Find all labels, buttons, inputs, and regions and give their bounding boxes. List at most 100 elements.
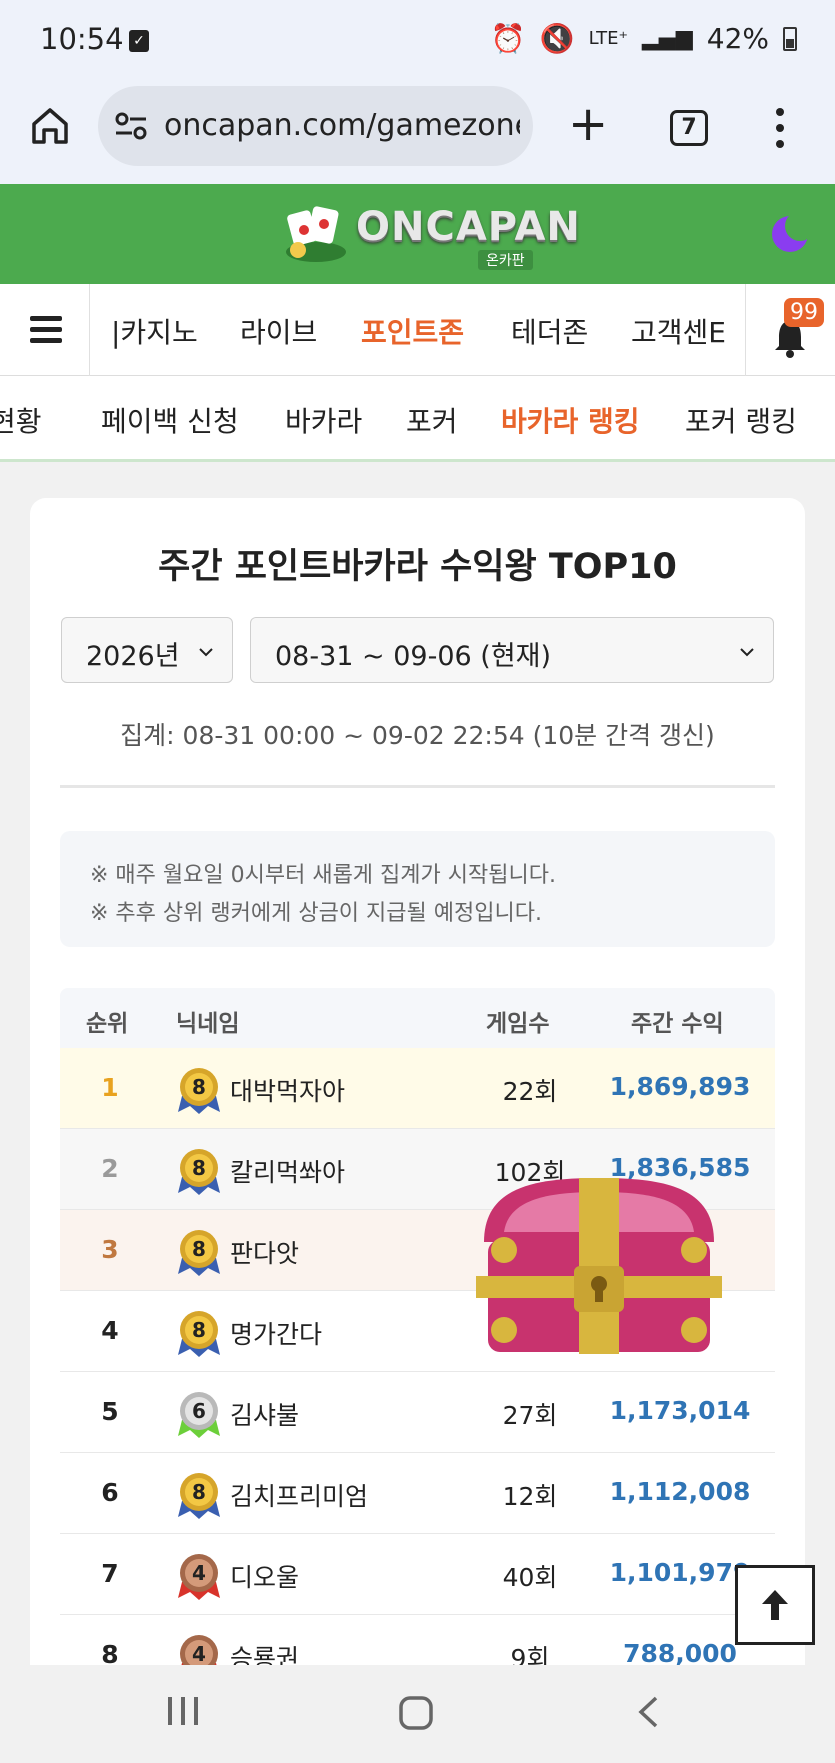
- subnav-item-status[interactable]: 현황: [0, 400, 42, 440]
- mute-icon: 🔇: [539, 22, 575, 55]
- notice-line: ※ 추후 상위 랭커에게 상금이 지급될 예정입니다.: [90, 901, 542, 926]
- check-notification-icon: ✓: [129, 30, 149, 52]
- divider: [60, 785, 775, 788]
- week-select[interactable]: 08-31 ~ 09-06 (현재): [250, 617, 774, 683]
- subnav-item-poker-ranking[interactable]: 포커 랭킹: [685, 400, 797, 440]
- rank-value: 5: [101, 1397, 119, 1426]
- signal-icon: ▂▄▆: [642, 26, 693, 51]
- level-badge-icon: 8: [178, 1230, 220, 1276]
- games-value: 22회: [502, 1077, 558, 1106]
- tab-count-button[interactable]: 7: [670, 110, 708, 146]
- games-value: 12회: [502, 1482, 558, 1511]
- back-icon[interactable]: [636, 1695, 660, 1729]
- games-value: 40회: [502, 1563, 558, 1592]
- site-logo[interactable]: ONCAPAN 온카판: [284, 200, 580, 270]
- profit-value: 1,869,893: [609, 1072, 751, 1101]
- logo-chips-icon: [286, 206, 346, 262]
- address-bar[interactable]: oncapan.com/gamezone: [98, 86, 533, 166]
- network-label: LTE⁺: [588, 28, 628, 49]
- nav-item-live[interactable]: 라이브: [240, 311, 317, 351]
- nickname-value[interactable]: 김샤불: [230, 1396, 299, 1432]
- table-row: 5 6 김샤불 27회 1,173,014: [60, 1372, 775, 1453]
- status-bar: 10:54 ✓ ⏰ 🔇 LTE⁺ ▂▄▆ 42%: [0, 0, 835, 84]
- level-number: 8: [192, 1237, 206, 1261]
- dark-mode-moon-icon[interactable]: [770, 214, 810, 254]
- rank-value: 4: [101, 1316, 119, 1345]
- year-select[interactable]: 2026년: [61, 617, 233, 683]
- more-menu-icon[interactable]: [776, 108, 786, 156]
- level-badge-icon: 6: [178, 1392, 220, 1438]
- hamburger-menu-icon[interactable]: [0, 284, 90, 376]
- level-badge-icon: 8: [178, 1149, 220, 1195]
- rank-value: 3: [101, 1235, 119, 1264]
- status-indicators: ⏰ 🔇 LTE⁺ ▂▄▆ 42%: [491, 22, 797, 55]
- recent-apps-icon[interactable]: [166, 1695, 200, 1727]
- rank-value: 7: [101, 1559, 119, 1588]
- nav-item-tetherzone[interactable]: 테더존: [511, 311, 588, 351]
- home-nav-icon[interactable]: [398, 1695, 434, 1731]
- nickname-value[interactable]: 대박먹자아: [230, 1072, 345, 1108]
- level-number: 8: [192, 1318, 206, 1342]
- subnav-item-baccarat-ranking[interactable]: 바카라 랭킹: [501, 400, 640, 440]
- scroll-to-top-button[interactable]: [735, 1565, 815, 1645]
- games-value: 27회: [502, 1401, 558, 1430]
- notice-line: ※ 매주 월요일 0시부터 새롭게 집계가 시작됩니다.: [90, 863, 556, 888]
- nickname-value[interactable]: 김치프리미엄: [230, 1477, 368, 1513]
- level-number: 8: [192, 1075, 206, 1099]
- home-icon[interactable]: [28, 104, 72, 148]
- level-number: 8: [192, 1156, 206, 1180]
- nickname-value[interactable]: 칼리먹쏴아: [230, 1153, 345, 1189]
- notification-badge: 99: [784, 298, 824, 327]
- nav-item-customer-center[interactable]: 고객센E: [631, 311, 726, 351]
- nav-item-casino[interactable]: |카지노: [111, 311, 198, 351]
- battery-label: 42%: [706, 22, 769, 55]
- level-badge-icon: 4: [178, 1554, 220, 1600]
- col-profit: 주간 수익: [631, 1011, 724, 1037]
- site-settings-icon[interactable]: [114, 110, 148, 142]
- table-row: 1 8 대박먹자아 22회 1,869,893: [60, 1048, 775, 1129]
- rank-value: 2: [101, 1154, 119, 1183]
- table-row: 7 4 디오울 40회 1,101,979: [60, 1534, 775, 1615]
- table-header: 순위 닉네임 게임수 주간 수익: [60, 988, 775, 1048]
- chevron-down-icon: [199, 648, 213, 657]
- ranking-title: 주간 포인트바카라 수익왕 TOP10: [158, 547, 677, 587]
- level-badge-icon: 8: [178, 1473, 220, 1519]
- chevron-down-icon: [740, 648, 754, 657]
- level-number: 4: [192, 1642, 206, 1666]
- subnav-item-poker[interactable]: 포커: [406, 400, 458, 440]
- level-badge-icon: 8: [178, 1068, 220, 1114]
- level-number: 6: [192, 1399, 206, 1423]
- table-row: 6 8 김치프리미엄 12회 1,112,008: [60, 1453, 775, 1534]
- rank-value: 1: [101, 1073, 119, 1102]
- treasure-chest-icon[interactable]: [474, 1172, 724, 1362]
- subnav-item-payback[interactable]: 페이백 신청: [101, 400, 239, 440]
- browser-toolbar: oncapan.com/gamezone + 7: [0, 84, 835, 184]
- site-header: ONCAPAN 온카판: [0, 184, 835, 284]
- logo-subtext: 온카판: [478, 250, 533, 270]
- secondary-nav: 현황 페이백 신청 바카라 포커 바카라 랭킹 포커 랭킹: [0, 376, 835, 462]
- nickname-value[interactable]: 판다앗: [230, 1234, 299, 1270]
- week-select-value: 08-31 ~ 09-06 (현재): [275, 641, 552, 672]
- nickname-value[interactable]: 디오울: [230, 1558, 299, 1594]
- new-tab-icon[interactable]: +: [568, 100, 608, 148]
- profit-value: 1,173,014: [609, 1396, 751, 1425]
- level-badge-icon: 8: [178, 1311, 220, 1357]
- profit-value: 1,112,008: [609, 1477, 751, 1506]
- col-nickname: 닉네임: [176, 1011, 240, 1037]
- alarm-icon: ⏰: [490, 22, 526, 55]
- primary-nav: |카지노 라이브 포인트존 테더존 고객센E 99: [0, 284, 835, 376]
- ranking-card: 주간 포인트바카라 수익왕 TOP10 2026년 08-31 ~ 09-06 …: [30, 498, 805, 1698]
- logo-text: ONCAPAN: [356, 204, 581, 250]
- col-rank: 순위: [86, 1011, 129, 1037]
- year-select-value: 2026년: [86, 641, 180, 672]
- url-text[interactable]: oncapan.com/gamezone: [164, 108, 520, 143]
- level-number: 8: [192, 1480, 206, 1504]
- notice-box: ※ 매주 월요일 0시부터 새롭게 집계가 시작됩니다. ※ 추후 상위 랭커에…: [60, 831, 775, 947]
- rank-value: 6: [101, 1478, 119, 1507]
- nickname-value[interactable]: 명가간다: [230, 1315, 322, 1351]
- system-navigation-bar: [0, 1665, 835, 1763]
- nav-item-pointzone[interactable]: 포인트존: [361, 311, 464, 351]
- aggregation-info: 집계: 08-31 00:00 ~ 09-02 22:54 (10분 간격 갱신…: [120, 721, 715, 750]
- notification-button[interactable]: 99: [745, 284, 835, 376]
- subnav-item-baccarat[interactable]: 바카라: [285, 400, 362, 440]
